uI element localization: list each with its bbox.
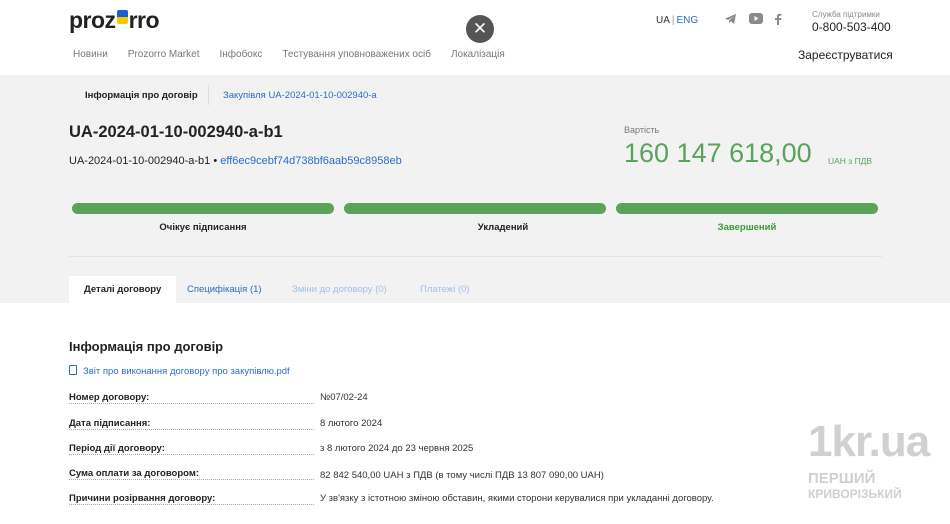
document-link[interactable]: Звіт про виконання договору про закупівл… — [69, 365, 290, 377]
row-value-period: з 8 лютого 2024 до 23 червня 2025 — [320, 443, 474, 454]
breadcrumb-tender-link[interactable]: Закупівля UA-2024-01-10-002940-a — [223, 90, 377, 101]
main-nav: Новини Prozorro Market Інфобокс Тестуван… — [73, 49, 505, 60]
row-label-amount: Сума оплати за договором: — [69, 468, 200, 479]
ukraine-flag-icon — [116, 10, 128, 24]
breadcrumb-current: Інформація про договір — [85, 90, 198, 101]
row-dots — [69, 429, 314, 430]
support-block: Служба підтримки 0-800-503-400 — [812, 10, 891, 34]
nav-news[interactable]: Новини — [73, 49, 108, 60]
tab-contract-details[interactable]: Деталі договору — [69, 276, 177, 303]
facebook-icon[interactable] — [774, 13, 788, 27]
row-label-termination: Причини розірвання договору: — [69, 493, 216, 504]
value-amount: 160 147 618,00 — [624, 138, 812, 168]
breadcrumb-divider — [208, 85, 209, 105]
row-dots — [69, 454, 314, 455]
row-dots — [69, 479, 314, 480]
stage-bar-completed — [616, 203, 878, 214]
watermark-logo: 1kr.ua ПЕРШИЙ КРИВОРІЗЬКИЙ — [808, 417, 930, 502]
contract-hash-link[interactable]: eff6ec9cebf74d738bf6aab59c8958eb — [220, 155, 401, 167]
language-switcher: UA | ENG — [656, 15, 699, 26]
row-value-amount: 82 842 540,00 UAH з ПДВ (в тому числі ПД… — [320, 470, 604, 481]
contract-id-line: UA-2024-01-10-002940-a-b1 • eff6ec9cebf7… — [69, 155, 402, 167]
nav-localization[interactable]: Локалізація — [451, 49, 505, 60]
prozorro-logo[interactable]: proz rro — [69, 7, 160, 34]
contract-id-title: UA-2024-01-10-002940-a-b1 — [69, 123, 283, 141]
divider — [69, 256, 882, 257]
row-dots — [69, 504, 314, 505]
support-label: Служба підтримки — [812, 10, 880, 19]
section-title: Інформація про договір — [69, 339, 224, 354]
contract-summary — [0, 75, 950, 303]
telegram-icon[interactable] — [724, 13, 738, 27]
lang-ua[interactable]: UA — [656, 15, 670, 26]
tab-specification[interactable]: Специфікація (1) — [172, 276, 277, 303]
support-phone[interactable]: 0-800-503-400 — [812, 20, 891, 34]
stage-label-signed: Укладений — [477, 222, 529, 233]
row-dots — [69, 403, 314, 404]
contract-sub-id: UA-2024-01-10-002940-a-b1 — [69, 155, 211, 167]
nav-testing[interactable]: Тестування уповноважених осіб — [282, 49, 431, 60]
value-label: Вартість — [624, 125, 660, 135]
value-currency: UAH з ПДВ — [828, 156, 873, 166]
row-value-termination: У зв'язку з істотною зміною обставин, як… — [320, 493, 714, 504]
site-header: proz rro ✕ UA | ENG Служба підтримки 0-800-… — [0, 0, 950, 75]
close-icon[interactable]: ✕ — [466, 15, 494, 43]
register-link[interactable]: Зареєструватися — [798, 48, 893, 62]
document-icon — [69, 365, 77, 375]
row-value-signed-date: 8 лютого 2024 — [320, 418, 383, 429]
stage-label-awaiting: Очікує підписання — [159, 222, 247, 233]
youtube-icon[interactable] — [749, 13, 763, 27]
document-link-label[interactable]: Звіт про виконання договору про закупівл… — [83, 366, 290, 377]
stage-label-completed: Завершений — [717, 222, 777, 233]
stage-bar-signed — [344, 203, 606, 214]
tab-payments[interactable]: Платежі (0) — [405, 276, 485, 303]
stage-bar-awaiting — [72, 203, 334, 214]
tab-contract-changes[interactable]: Зміни до договору (0) — [277, 276, 402, 303]
row-label-period: Період дії договору: — [69, 443, 165, 454]
nav-prozorro-market[interactable]: Prozorro Market — [128, 49, 200, 60]
nav-infobox[interactable]: Інфобокс — [219, 49, 262, 60]
row-label-signed-date: Дата підписання: — [69, 418, 151, 429]
row-value-number: №07/02-24 — [320, 392, 368, 403]
lang-eng[interactable]: ENG — [677, 15, 699, 26]
row-label-number: Номер договору: — [69, 392, 150, 403]
